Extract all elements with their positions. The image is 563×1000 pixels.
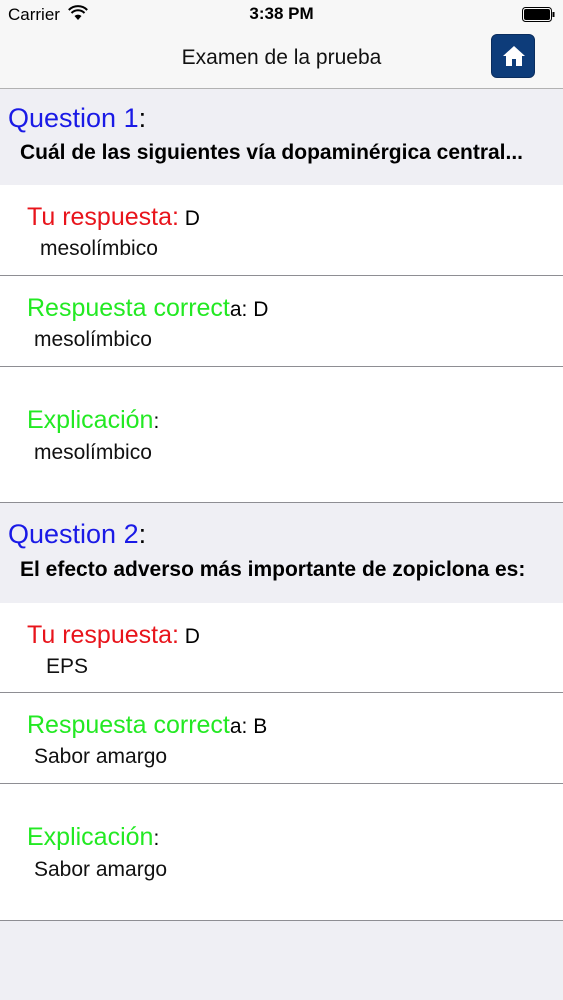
your-answer-card: Tu respuesta: D mesolímbico xyxy=(0,185,563,276)
correct-answer-text: mesolímbico xyxy=(34,328,152,351)
question-header: Question 1: Cuál de las siguientes vía d… xyxy=(0,89,563,185)
correct-answer-label: Respuesta correcta: D xyxy=(27,294,269,322)
page-title: Examen de la prueba xyxy=(181,46,382,69)
home-button[interactable] xyxy=(491,34,535,78)
correct-answer-label: Respuesta correcta: B xyxy=(27,711,268,739)
correct-answer-text: Sabor amargo xyxy=(34,745,168,768)
explanation-label: Explicación: xyxy=(27,406,160,434)
your-answer-card: Tu respuesta: D EPS xyxy=(0,603,563,693)
explanation-card: Explicación: mesolímbico xyxy=(0,367,563,503)
your-answer-label: Tu respuesta: D xyxy=(27,203,200,231)
home-icon xyxy=(503,46,525,66)
battery-icon xyxy=(522,7,555,22)
question-number: Question 1: xyxy=(8,103,147,133)
explanation-card: Explicación: Sabor amargo xyxy=(0,784,563,921)
your-answer-text: EPS xyxy=(46,655,89,678)
question-number: Question 2: xyxy=(8,519,147,549)
navigation-bar: Examen de la prueba xyxy=(0,30,563,89)
explanation-label: Explicación: xyxy=(27,823,160,851)
correct-answer-card: Respuesta correcta: D mesolímbico xyxy=(0,276,563,367)
explanation-text: Sabor amargo xyxy=(34,858,168,881)
your-answer-label: Tu respuesta: D xyxy=(27,621,200,649)
question-header: Question 2: El efecto adverso más import… xyxy=(0,503,563,603)
explanation-text: mesolímbico xyxy=(34,441,152,464)
question-text: Cuál de las siguientes vía dopaminérgica… xyxy=(20,141,524,164)
correct-answer-card: Respuesta correcta: B Sabor amargo xyxy=(0,693,563,784)
status-bar: Carrier 3:38 PM xyxy=(0,0,563,30)
question-text: El efecto adverso más importante de zopi… xyxy=(20,558,526,581)
clock: 3:38 PM xyxy=(249,4,314,23)
your-answer-text: mesolímbico xyxy=(40,237,158,260)
